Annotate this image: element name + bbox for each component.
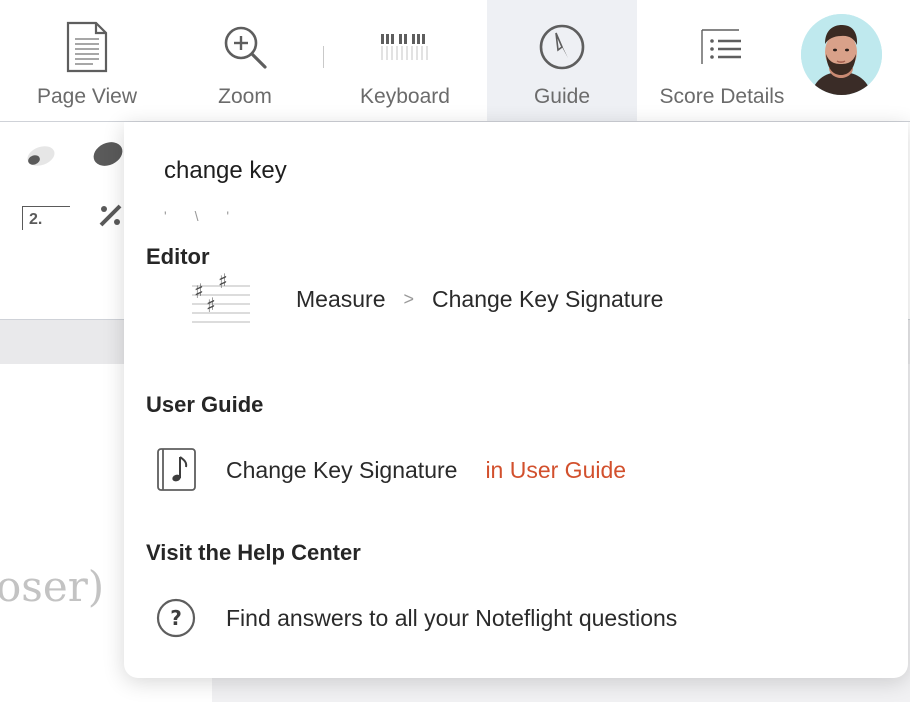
score-details-icon <box>699 18 745 76</box>
svg-text:♯: ♯ <box>206 293 216 317</box>
editor-section-title: Editor <box>146 244 210 269</box>
keyboard-icon <box>379 18 431 76</box>
keyboard-button[interactable]: Keyboard <box>345 0 465 121</box>
zoom-button[interactable]: Zoom <box>190 0 300 121</box>
editor-result-path: Measure <box>296 285 386 312</box>
search-scroll-hint: ' \ ' <box>164 208 242 224</box>
question-circle-icon: ? <box>146 592 226 644</box>
user-guide-section-title: User Guide <box>146 392 264 417</box>
guide-search-input[interactable] <box>164 146 764 196</box>
svg-text:?: ? <box>170 606 182 630</box>
editor-result-target: Change Key Signature <box>432 285 664 312</box>
toolbar-divider <box>323 46 324 68</box>
page-view-icon <box>65 18 109 76</box>
user-guide-result-change-key-signature[interactable]: Change Key Signature in User Guide <box>146 444 866 496</box>
repeat-measure-icon[interactable] <box>98 202 124 233</box>
score-details-label: Score Details <box>659 85 785 108</box>
guide-panel: ' \ ' Editor ♯♯♯ Measure > Change Key Si… <box>124 122 908 678</box>
help-center-result[interactable]: ? Find answers to all your Noteflight qu… <box>146 592 866 644</box>
key-signature-icon: ♯ ♯ ♯ <box>146 268 296 330</box>
zoom-label: Zoom <box>218 85 272 108</box>
help-center-section-title: Visit the Help Center <box>146 540 361 565</box>
svg-text:♯: ♯ <box>194 279 204 303</box>
page-view-button[interactable]: Page View <box>22 0 152 121</box>
music-note-book-icon <box>146 444 226 496</box>
zoom-icon <box>221 18 269 76</box>
ending-2-label: 2. <box>29 211 43 228</box>
guide-label: Guide <box>533 85 591 108</box>
ending-2-icon[interactable]: 2. <box>22 206 70 230</box>
guide-compass-icon <box>537 18 587 76</box>
score-details-button[interactable]: Score Details <box>648 0 796 121</box>
user-avatar[interactable] <box>801 14 882 95</box>
svg-text:♯: ♯ <box>218 269 228 293</box>
keyboard-label: Keyboard <box>360 85 450 108</box>
top-toolbar: Page View Zoom Keyboard Guide Score Deta… <box>0 0 910 122</box>
in-user-guide-link[interactable]: in User Guide <box>485 457 626 484</box>
breadcrumb-separator: > <box>403 288 414 309</box>
guide-button[interactable]: Guide <box>487 0 637 121</box>
editor-result-change-key-signature[interactable]: ♯ ♯ ♯ Measure > Change Key Signature <box>146 268 866 330</box>
composer-text: oser) <box>0 562 105 611</box>
user-guide-result-label: Change Key Signature <box>226 456 458 483</box>
help-center-result-label: Find answers to all your Noteflight ques… <box>226 604 678 631</box>
accent-note-icon[interactable] <box>90 138 126 175</box>
grace-note-icon[interactable] <box>24 142 58 175</box>
page-view-label: Page View <box>36 85 138 108</box>
